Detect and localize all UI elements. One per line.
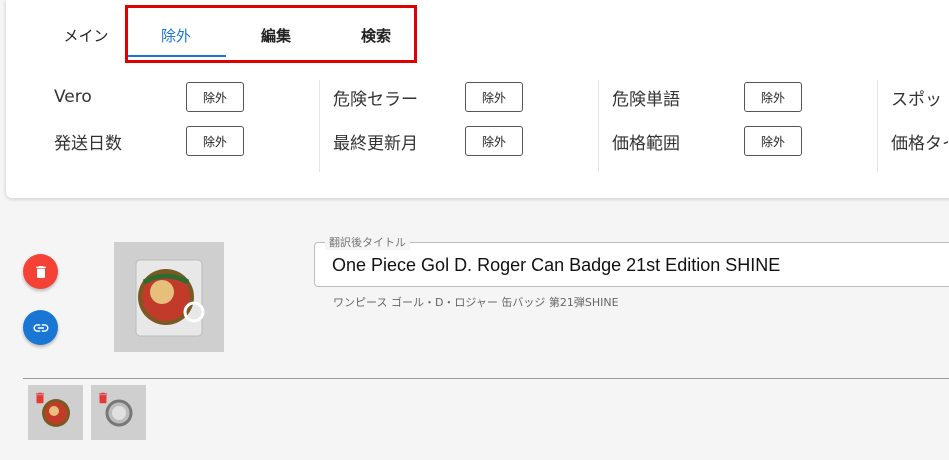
trash-icon[interactable] <box>96 390 110 406</box>
filter-row: 発送日数 除外 <box>6 126 285 156</box>
filter-label-price-type: 価格タイ <box>891 133 948 154</box>
filter-group-1: Vero 除外 発送日数 除外 <box>6 80 285 172</box>
filter-group-3: 危険単語 除外 価格範囲 除外 <box>598 80 877 172</box>
exclude-dangerous-words-button[interactable]: 除外 <box>744 82 802 112</box>
filter-row: Vero 除外 <box>6 82 285 112</box>
filter-row: 価格範囲 除外 <box>599 126 878 156</box>
trash-icon <box>35 265 46 278</box>
listing-item: 翻訳後タイトル ワンピース ゴール・D・ロジャー 缶バッジ 第21弾SHINE <box>0 230 949 380</box>
tab-exclude[interactable]: 除外 <box>126 14 226 57</box>
filter-row: 危険単語 除外 <box>599 82 878 112</box>
link-icon <box>33 323 48 332</box>
divider <box>23 378 949 379</box>
filter-label-last-updated-month: 最終更新月 <box>333 133 418 154</box>
filter-group-4: スポッ 価格タイ <box>877 80 948 172</box>
tab-bar: メイン 除外 編集 検索 <box>46 14 426 57</box>
link-button[interactable] <box>23 310 58 345</box>
translated-title-input[interactable] <box>332 253 949 277</box>
thumbnail-2[interactable] <box>91 385 146 440</box>
filter-row: スポッ <box>878 82 948 112</box>
filter-grid: Vero 除外 発送日数 除外 危険セラー 除外 最終更新月 除外 危険単語 除… <box>6 80 949 172</box>
tab-search[interactable]: 検索 <box>326 14 426 56</box>
delete-button[interactable] <box>23 254 58 289</box>
filter-label-spot: スポッ <box>891 89 942 110</box>
exclude-shipping-days-button[interactable]: 除外 <box>186 126 244 156</box>
exclude-last-updated-month-button[interactable]: 除外 <box>465 126 523 156</box>
filter-row: 最終更新月 除外 <box>320 126 599 156</box>
translated-title-field: 翻訳後タイトル <box>314 234 949 287</box>
exclude-vero-button[interactable]: 除外 <box>186 82 244 112</box>
badge-image <box>135 259 205 337</box>
exclude-dangerous-seller-button[interactable]: 除外 <box>465 82 523 112</box>
tab-main[interactable]: メイン <box>46 14 126 56</box>
filter-label-dangerous-seller: 危険セラー <box>333 89 418 110</box>
filter-row: 価格タイ <box>878 126 948 156</box>
filter-label-dangerous-words: 危険単語 <box>612 89 680 110</box>
filter-label-shipping-days: 発送日数 <box>54 133 122 154</box>
filter-card: メイン 除外 編集 検索 Vero 除外 発送日数 除外 危険セラー 除外 最終… <box>6 0 949 198</box>
filter-group-2: 危険セラー 除外 最終更新月 除外 <box>319 80 598 172</box>
tab-edit[interactable]: 編集 <box>226 14 326 56</box>
product-image[interactable] <box>114 242 224 352</box>
filter-label-vero: Vero <box>54 87 92 107</box>
translated-title-label: 翻訳後タイトル <box>325 234 410 250</box>
thumbnail-1[interactable] <box>28 385 83 440</box>
filter-label-price-range: 価格範囲 <box>612 133 680 154</box>
filter-row: 危険セラー 除外 <box>320 82 599 112</box>
trash-icon[interactable] <box>33 390 47 406</box>
original-title-text: ワンピース ゴール・D・ロジャー 缶バッジ 第21弾SHINE <box>333 296 619 309</box>
exclude-price-range-button[interactable]: 除外 <box>744 126 802 156</box>
